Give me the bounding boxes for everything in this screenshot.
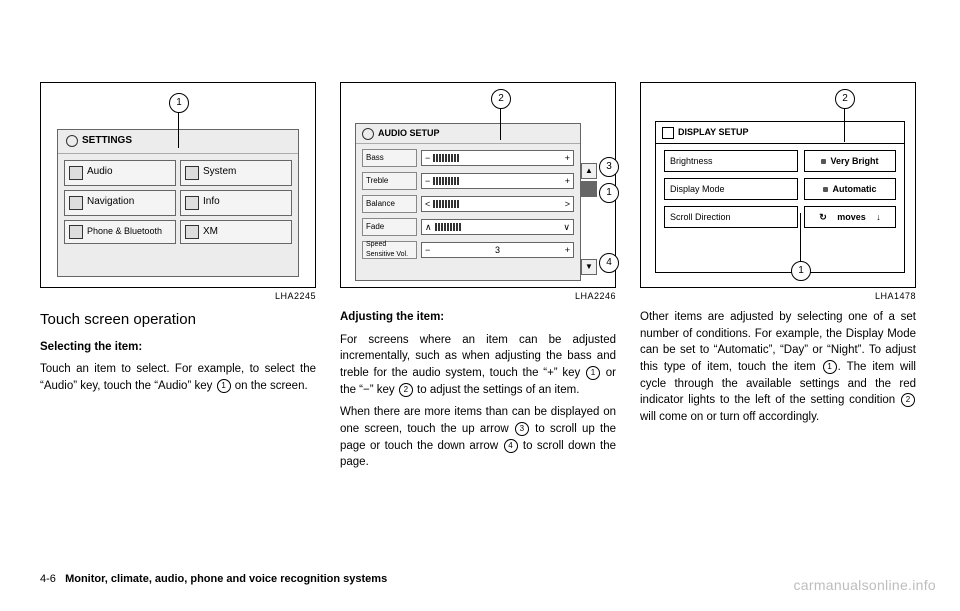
settings-btn-system[interactable]: System [180,160,292,186]
page-footer: 4-6 Monitor, climate, audio, phone and v… [40,573,387,585]
screen-audio-setup: AUDIO SETUP Bass−+ Treble−+ Balance<> Fa… [355,123,581,281]
column-2: AUDIO SETUP Bass−+ Treble−+ Balance<> Fa… [340,82,616,477]
row-treble-label[interactable]: Treble [362,172,417,190]
ref-4: 4 [504,439,518,453]
settings-btn-info[interactable]: Info [180,190,292,216]
para-adjust-1: For screens where an item can be adjuste… [340,332,616,399]
ref-2: 2 [901,393,915,407]
indicator-icon [823,187,828,192]
settings-btn-phone-bt[interactable]: Phone & Bluetooth [64,220,176,245]
scroll-up-button[interactable]: ▲ [581,163,597,179]
subheading-selecting: Selecting the item: [40,339,316,356]
screen-title: DISPLAY SETUP [656,122,904,144]
para-display: Other items are adjusted by selecting on… [640,309,916,426]
callout-4: 4 [599,253,619,273]
row-balance-label[interactable]: Balance [362,195,417,213]
car-icon [185,196,199,210]
indicator-icon [821,159,826,164]
note-icon [69,166,83,180]
screen-settings: SETTINGS Audio System Navigation Info Ph… [57,129,299,277]
fig-caption-3: LHA1478 [640,290,916,303]
settings-btn-xm[interactable]: XM [180,220,292,245]
row-bass-slider[interactable]: −+ [421,150,574,166]
settings-btn-navigation[interactable]: Navigation [64,190,176,216]
column-3: DISPLAY SETUP Brightness Very Bright Dis… [640,82,916,477]
triangle-icon [69,196,83,210]
fig-caption-2: LHA2246 [340,290,616,303]
scroll-track [581,181,597,197]
row-scroll-dir-label[interactable]: Scroll Direction [664,206,798,228]
ref-3: 3 [515,422,529,436]
ref-2: 2 [399,383,413,397]
row-display-mode-label[interactable]: Display Mode [664,178,798,200]
column-1: SETTINGS Audio System Navigation Info Ph… [40,82,316,477]
callout-1: 1 [169,93,189,113]
gear-icon [362,128,374,140]
screen-title: AUDIO SETUP [356,124,580,144]
phone-icon [69,225,83,239]
subheading-adjusting: Adjusting the item: [340,309,616,326]
heading-touch-screen: Touch screen operation [40,309,316,331]
callout-1: 1 [791,261,811,281]
monitor-icon [185,166,199,180]
row-display-mode-value[interactable]: Automatic [804,178,896,200]
row-fade-slider[interactable]: ∧∨ [421,219,574,235]
row-fade-label[interactable]: Fade [362,218,417,236]
ref-1: 1 [586,366,600,380]
ref-1: 1 [217,379,231,393]
settings-btn-audio[interactable]: Audio [64,160,176,186]
section-title: Monitor, climate, audio, phone and voice… [65,573,387,585]
para-adjust-2: When there are more items than can be di… [340,404,616,471]
gear-icon [66,135,78,147]
row-ssv-label[interactable]: Speed Sensitive Vol. [362,241,417,259]
figure-display-setup: DISPLAY SETUP Brightness Very Bright Dis… [640,82,916,288]
row-scroll-dir-value[interactable]: ↻ moves ↓ [804,206,896,228]
display-icon [662,127,674,139]
callout-1: 1 [599,183,619,203]
row-bass-label[interactable]: Bass [362,149,417,167]
callout-3: 3 [599,157,619,177]
figure-settings: SETTINGS Audio System Navigation Info Ph… [40,82,316,288]
row-treble-slider[interactable]: −+ [421,173,574,189]
screen-title-text: SETTINGS [82,134,132,149]
row-brightness-value[interactable]: Very Bright [804,150,896,172]
row-balance-slider[interactable]: <> [421,196,574,212]
arrow-down-icon: ↓ [876,211,881,224]
fig-caption-1: LHA2245 [40,290,316,303]
para-selecting: Touch an item to select. For example, to… [40,361,316,394]
watermark: carmanualsonline.info [794,577,937,593]
callout-2: 2 [491,89,511,109]
callout-2: 2 [835,89,855,109]
row-ssv-slider[interactable]: −3+ [421,242,574,258]
figure-audio-setup: AUDIO SETUP Bass−+ Treble−+ Balance<> Fa… [340,82,616,288]
antenna-icon [185,225,199,239]
scroll-down-button[interactable]: ▼ [581,259,597,275]
page-number: 4-6 [40,573,56,585]
row-brightness-label[interactable]: Brightness [664,150,798,172]
callout-lead [178,112,179,148]
screen-display-setup: DISPLAY SETUP Brightness Very Bright Dis… [655,121,905,273]
rotate-icon: ↻ [819,211,827,224]
ref-1: 1 [823,360,837,374]
